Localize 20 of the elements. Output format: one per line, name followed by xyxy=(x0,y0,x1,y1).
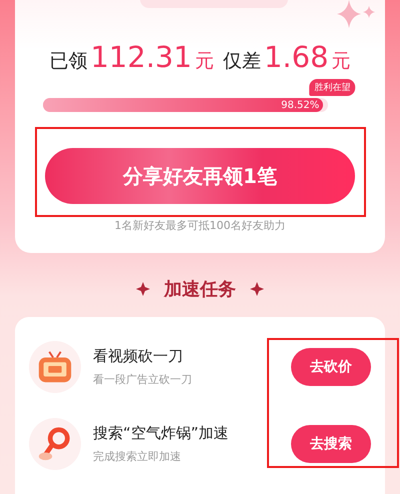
section-title: 加速任务 xyxy=(164,278,236,301)
currency-unit: 元 xyxy=(332,49,351,74)
note-text: 1名新好友最多可抵100名好友助力 xyxy=(114,218,286,233)
task-title: 搜索“空气炸锅”加速 xyxy=(93,424,230,443)
sparkle-icon xyxy=(337,0,377,30)
gap-label: 仅差 xyxy=(222,49,261,74)
received-amount: 112.31 xyxy=(90,40,192,74)
task-action-button[interactable]: 去搜索 xyxy=(291,425,371,463)
star-icon xyxy=(250,282,264,296)
progress-badge: 胜利在望 xyxy=(309,79,356,96)
received-label: 已领 xyxy=(49,49,88,74)
progress-percent: 98.52% xyxy=(281,100,320,110)
star-icon xyxy=(136,282,150,296)
currency-unit: 元 xyxy=(194,49,214,74)
share-button[interactable]: 分享好友再领1笔 xyxy=(45,148,355,204)
task-action-button[interactable]: 去砍价 xyxy=(291,348,371,386)
gap-amount: 1.68 xyxy=(264,40,329,74)
task-subtitle: 完成搜索立即加速 xyxy=(93,449,182,464)
task-subtitle: 看一段广告立砍一刀 xyxy=(93,372,193,387)
task-title: 看视频砍一刀 xyxy=(93,347,184,366)
